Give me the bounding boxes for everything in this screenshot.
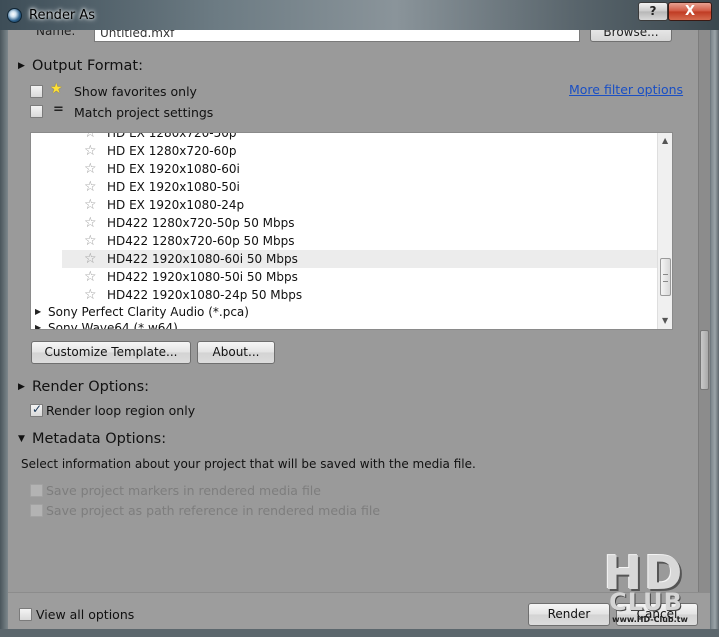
tree-scrollbar[interactable]: ▲ ▼	[657, 133, 672, 329]
render-loop-label: Render loop region only	[46, 403, 196, 418]
window-frame-bottom	[0, 629, 719, 637]
equals-icon: =	[53, 102, 64, 117]
render-options-header[interactable]: ▶ Render Options:	[18, 379, 149, 395]
save-path-checkbox[interactable]	[30, 504, 43, 517]
view-all-label: View all options	[36, 607, 135, 622]
watermark-club-text: CLUB	[609, 588, 683, 616]
star-outline-icon[interactable]: ☆	[84, 196, 97, 214]
about-button[interactable]: About...	[197, 341, 275, 364]
star-outline-icon[interactable]: ☆	[84, 232, 97, 250]
render-loop-checkbox[interactable]	[30, 402, 43, 417]
star-outline-icon[interactable]: ☆	[84, 250, 97, 268]
output-format-title: Output Format:	[32, 58, 143, 74]
scroll-up-icon[interactable]: ▲	[662, 136, 668, 145]
title-bar[interactable]: Render As ? X	[0, 0, 719, 30]
tree-item[interactable]: ☆ HD EX 1280x720-50p	[31, 133, 657, 142]
options-scroll-thumb[interactable]	[700, 330, 709, 390]
window-title: Render As	[29, 8, 96, 23]
tree-item[interactable]: ☆ HD422 1920x1080-50i 50 Mbps	[31, 268, 657, 286]
metadata-options-header[interactable]: ▼ Metadata Options:	[18, 431, 166, 447]
name-input[interactable]: Untitled.mxf	[94, 30, 580, 42]
match-project-label: Match project settings	[74, 105, 214, 120]
app-icon	[7, 8, 22, 23]
options-scroll-area: Name: Untitled.mxf Browse... ▶ Output For…	[8, 30, 698, 592]
collapse-arrow-icon: ▼	[18, 434, 25, 444]
star-outline-icon[interactable]: ☆	[84, 286, 97, 304]
close-button[interactable]: X	[668, 2, 712, 21]
tree-item[interactable]: ☆ HD422 1920x1080-24p 50 Mbps	[31, 286, 657, 304]
watermark-url: www.HD-Club.tw	[612, 615, 688, 624]
tree-item[interactable]: ☆ HD422 1280x720-60p 50 Mbps	[31, 232, 657, 250]
save-markers-label: Save project markers in rendered media f…	[46, 483, 321, 498]
tree-item[interactable]: ☆ HD422 1280x720-50p 50 Mbps	[31, 214, 657, 232]
tree-item[interactable]: ☆ HD EX 1920x1080-24p	[31, 196, 657, 214]
scroll-down-icon[interactable]: ▼	[662, 316, 668, 325]
expand-arrow-icon: ▶	[18, 382, 25, 392]
tree-item[interactable]: ☆ HD EX 1920x1080-50i	[31, 178, 657, 196]
save-path-label: Save project as path reference in render…	[46, 503, 381, 518]
format-tree[interactable]: ☆ HD EX 1280x720-50p ☆ HD EX 1280x720-60…	[30, 132, 673, 330]
star-outline-icon[interactable]: ☆	[84, 178, 97, 196]
save-markers-checkbox[interactable]	[30, 484, 43, 497]
tree-item[interactable]: ☆ HD EX 1920x1080-60i	[31, 160, 657, 178]
dialog-client: Name: Untitled.mxf Browse... ▶ Output For…	[8, 30, 710, 629]
customize-template-button[interactable]: Customize Template...	[31, 341, 191, 364]
star-outline-icon[interactable]: ☆	[84, 142, 97, 160]
star-outline-icon[interactable]: ☆	[84, 214, 97, 232]
options-scrollbar[interactable]	[698, 30, 710, 592]
more-filter-options-link[interactable]: More filter options	[569, 82, 683, 97]
tree-group[interactable]: ▶ Sony Wave64 (*.w64)	[31, 319, 657, 329]
view-all-checkbox[interactable]	[19, 608, 32, 621]
name-label: Name:	[36, 30, 76, 38]
window-frame-left	[0, 30, 8, 637]
favorite-star-icon: ★	[50, 81, 63, 97]
render-options-title: Render Options:	[32, 379, 150, 395]
expand-arrow-icon[interactable]: ▶	[35, 319, 41, 329]
star-outline-icon[interactable]: ☆	[84, 160, 97, 178]
tree-item-selected[interactable]: ☆ HD422 1920x1080-60i 50 Mbps	[62, 250, 657, 268]
match-project-checkbox[interactable]	[30, 105, 43, 118]
browse-button[interactable]: Browse...	[590, 30, 672, 42]
expand-arrow-icon: ▶	[18, 61, 25, 71]
star-outline-icon[interactable]: ☆	[84, 133, 97, 142]
tree-item[interactable]: ☆ HD EX 1280x720-60p	[31, 142, 657, 160]
metadata-options-title: Metadata Options:	[32, 431, 167, 447]
tree-scroll-thumb[interactable]	[660, 258, 671, 296]
window-frame-right	[711, 30, 719, 637]
show-favorites-checkbox[interactable]	[30, 85, 43, 98]
show-favorites-label: Show favorites only	[74, 84, 197, 99]
help-button[interactable]: ?	[638, 2, 668, 21]
metadata-description: Select information about your project th…	[21, 457, 476, 471]
output-format-header[interactable]: ▶ Output Format:	[18, 58, 143, 74]
hd-club-watermark: HD CLUB www.HD-Club.tw	[574, 548, 714, 628]
star-outline-icon[interactable]: ☆	[84, 268, 97, 286]
